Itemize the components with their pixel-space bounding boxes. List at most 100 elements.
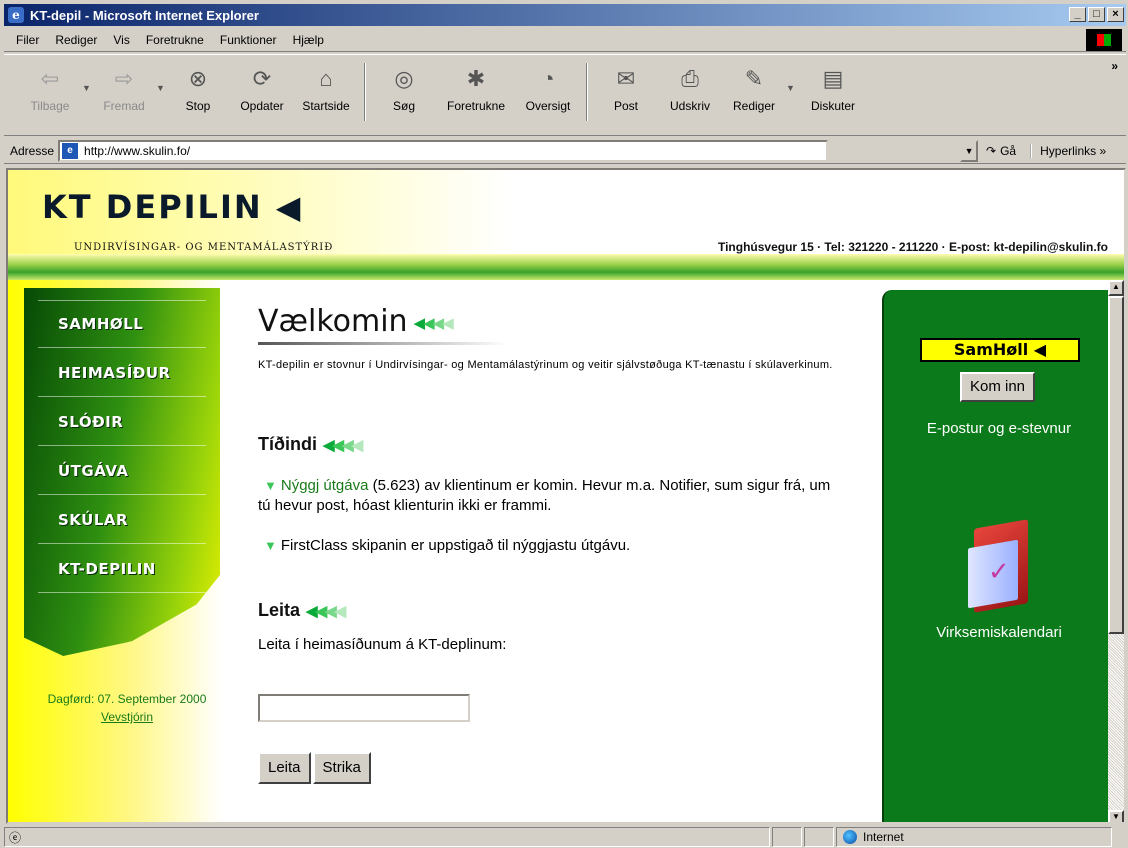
clear-button[interactable]: Strika — [312, 752, 371, 784]
search-globe-icon: ◎ — [394, 66, 414, 91]
title-bar: e KT-depil - Microsoft Internet Explorer… — [4, 4, 1126, 26]
main-nav: SAMHØLL HEIMASÍÐUR SLÓÐIR ÚTGÁVA SKÚLAR … — [24, 288, 220, 656]
status-text: ⓔ — [4, 827, 770, 847]
news-item: ▼ Nýggj útgáva (5.623) av klientinum er k… — [258, 477, 831, 514]
discuss-icon: ▤ — [822, 66, 844, 91]
forward-button[interactable]: ⇨ Fremad — [92, 59, 156, 125]
address-dropdown-icon[interactable]: ▼ — [960, 139, 979, 162]
back-dropdown-icon[interactable]: ▼ — [82, 59, 92, 125]
home-icon: ⌂ — [319, 66, 333, 91]
scroll-down-arrow-icon[interactable]: ▼ — [1108, 810, 1124, 822]
date-text: Dagførd: 07. September 2000 — [47, 692, 207, 706]
arrows-icon: ◀ ◀ ◀ ◀ — [322, 437, 364, 455]
news-heading: Tíðindi ◀ ◀ ◀ ◀ — [258, 434, 364, 455]
search-heading: Leita ◀ ◀ ◀ ◀ — [258, 600, 347, 621]
right-panel: SamHøll ◀ Kom inn E-postur og e-stevnur … — [882, 290, 1114, 822]
email-caption: E-postur og e-stevnur — [926, 420, 1072, 437]
favorites-button[interactable]: ✱ Foretrukne — [436, 59, 516, 125]
internet-globe-icon — [843, 830, 857, 844]
links-toolbar[interactable]: Hyperlinks » — [1030, 143, 1106, 158]
menu-foretrukne[interactable]: Foretrukne — [146, 33, 204, 47]
minimize-button[interactable]: _ — [1069, 7, 1086, 22]
scroll-track[interactable] — [1108, 634, 1124, 810]
standard-toolbar: ⇦ Tilbage ▼ ⇨ Fremad ▼ ⊗ Stop ⟳ Opdater ⌂ Sta… — [4, 54, 1126, 136]
search-submit-button[interactable]: Leita — [258, 752, 311, 784]
nav-samholl[interactable]: SAMHØLL — [38, 300, 206, 348]
menu-bar: Filer Rediger Vis Foretrukne Funktioner … — [4, 28, 1126, 52]
menu-filer[interactable]: Filer — [16, 33, 39, 47]
bullet-triangle-icon: ▼ — [264, 538, 277, 553]
menu-funktioner[interactable]: Funktioner — [220, 33, 277, 47]
contact-info: Tinghúsvegur 15 · Tel: 321220 - 211220 ·… — [717, 240, 1108, 254]
scroll-up-arrow-icon[interactable]: ▲ — [1108, 280, 1124, 296]
refresh-icon: ⟳ — [252, 66, 272, 91]
go-button[interactable]: ↷ Gå — [986, 144, 1016, 158]
site-tagline: UNDIRVÍSINGAR- OG MENTAMÁLASTÝRIÐ — [74, 242, 334, 253]
scroll-thumb[interactable] — [1108, 296, 1124, 634]
favorites-folder-icon: ✱ — [466, 66, 486, 91]
news-item: ▼ FirstClass skipanin er uppstigað til ný… — [264, 537, 631, 554]
nav-heimasidur[interactable]: HEIMASÍÐUR — [38, 349, 206, 397]
mail-button[interactable]: ✉ Post — [594, 59, 658, 125]
edit-icon: ✎ — [744, 66, 764, 91]
address-input[interactable]: e http://www.skulin.fo/ — [58, 139, 829, 162]
home-button[interactable]: ⌂ Startside — [294, 59, 358, 125]
page-viewport: KT DEPILIN ◀ UNDIRVÍSINGAR- OG MENTAMÁLA… — [6, 168, 1126, 824]
search-input[interactable] — [258, 694, 470, 722]
address-bar: Adresse e http://www.skulin.fo/ ▼ ↷ Gå Hy… — [4, 138, 1126, 164]
nav-utgava[interactable]: ÚTGÁVA — [38, 447, 206, 495]
go-arrow-icon: ↷ — [986, 143, 997, 158]
address-label: Adresse — [10, 143, 55, 158]
header-band — [8, 254, 1124, 280]
site-logo: KT DEPILIN ◀ — [42, 188, 303, 226]
search-button[interactable]: ◎ Søg — [372, 59, 436, 125]
page-icon: e — [62, 142, 79, 159]
back-button[interactable]: ⇦ Tilbage — [18, 59, 82, 125]
close-button[interactable]: × — [1107, 7, 1124, 22]
ie-icon: e — [8, 7, 24, 23]
back-arrow-icon: ⇦ — [40, 66, 60, 91]
mail-icon: ✉ — [616, 66, 636, 91]
nav-slodir[interactable]: SLÓÐIR — [38, 398, 206, 446]
toolbar-chevron[interactable]: » — [1111, 59, 1118, 73]
browser-window: e KT-depil - Microsoft Internet Explorer… — [0, 0, 1128, 848]
maximize-button[interactable]: □ — [1088, 7, 1105, 22]
webmaster-link[interactable]: Vevstjórin — [22, 710, 232, 724]
menu-hjaelp[interactable]: Hjælp — [293, 33, 324, 47]
windows-logo-icon — [1086, 29, 1122, 51]
calendar-link[interactable]: Virksemiskalendari — [884, 624, 1114, 641]
forward-dropdown-icon[interactable]: ▼ — [156, 59, 166, 125]
calendar-book-icon[interactable]: ✓ — [964, 516, 1036, 613]
address-url: http://www.skulin.fo/ — [84, 143, 191, 158]
news-link[interactable]: Nýggj útgáva — [281, 477, 369, 494]
discuss-button[interactable]: ▤ Diskuter — [796, 59, 870, 125]
refresh-button[interactable]: ⟳ Opdater — [230, 59, 294, 125]
status-cell — [804, 827, 834, 847]
search-label: Leita í heimasíðunum á KT-deplinum: — [258, 636, 507, 653]
toolbar-separator — [364, 63, 366, 121]
samholl-logo: SamHøll ◀ — [920, 338, 1080, 362]
stop-button[interactable]: ⊗ Stop — [166, 59, 230, 125]
nav-skular[interactable]: SKÚLAR — [38, 496, 206, 544]
printer-icon: ⎙ — [681, 66, 699, 91]
vertical-scrollbar[interactable]: ▲ ▼ — [1108, 280, 1124, 822]
history-icon: ◔ — [541, 66, 555, 91]
intro-text: KT-depilin er stovnur í Undirvísingar- o… — [258, 359, 833, 371]
edit-button[interactable]: ✎ Rediger — [722, 59, 786, 125]
forward-arrow-icon: ⇨ — [114, 66, 134, 91]
login-button[interactable]: Kom inn — [960, 372, 1036, 402]
window-title: KT-depil - Microsoft Internet Explorer — [30, 7, 259, 23]
security-zone: Internet — [836, 827, 1112, 847]
history-button[interactable]: ◔ Oversigt — [516, 59, 580, 125]
status-cell — [772, 827, 802, 847]
menu-vis[interactable]: Vis — [113, 33, 129, 47]
toolbar-separator — [586, 63, 588, 121]
page-status-icon: ⓔ — [9, 830, 22, 845]
menu-rediger[interactable]: Rediger — [55, 33, 97, 47]
heading-underline — [258, 342, 508, 345]
nav-kt-depilin[interactable]: KT-DEPILIN — [38, 545, 206, 593]
welcome-heading: Vælkomin ◀ ◀ ◀ ◀ — [258, 304, 454, 339]
bullet-triangle-icon: ▼ — [264, 478, 277, 493]
print-button[interactable]: ⎙ Udskriv — [658, 59, 722, 125]
edit-dropdown-icon[interactable]: ▼ — [786, 59, 796, 125]
